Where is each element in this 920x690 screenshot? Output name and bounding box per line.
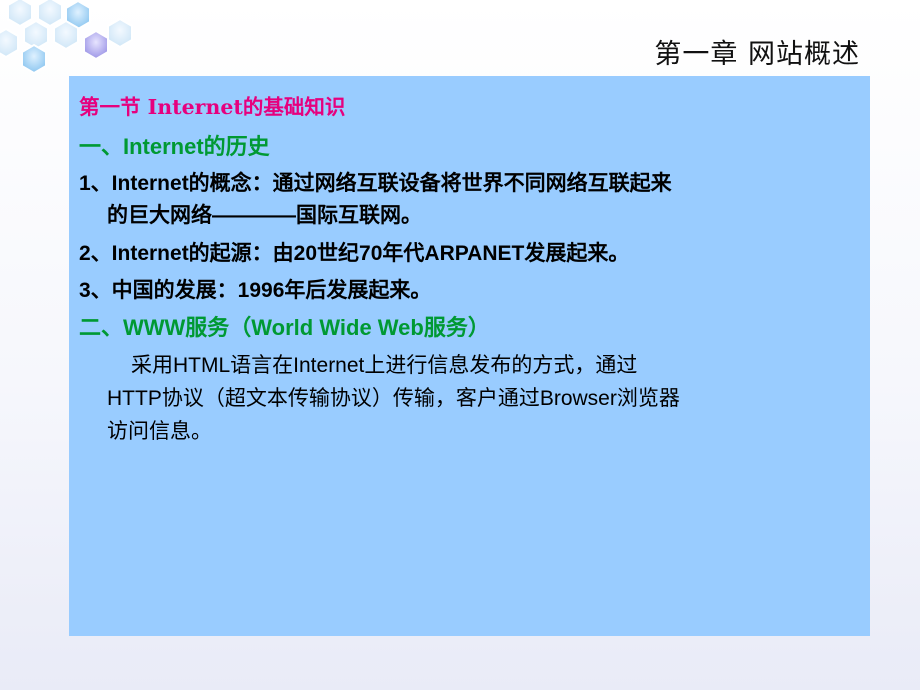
chapter-title: 第一章 网站概述 [654, 39, 860, 70]
paragraph-line: 采用HTML语言在Internet上进行信息发布的方式，通过 [131, 354, 638, 377]
hexagon-icon [53, 19, 79, 51]
www-description-paragraph: 采用HTML语言在Internet上进行信息发布的方式，通过 HTTP协议（超文… [79, 349, 856, 448]
hexagon-icon [107, 17, 133, 49]
hexagon-icon [7, 0, 33, 28]
hexagon-icon [0, 27, 19, 59]
paragraph-line: HTTP协议（超文本传输协议）传输，客户通过Browser浏览器 [107, 387, 680, 410]
list-item-concept: 1、Internet的概念：通过网络互联设备将世界不同网络互联起来 的巨大网络—… [79, 168, 856, 232]
section-heading: 第一节 Internet的基础知识 [79, 95, 346, 119]
subheading-history: 一、Internet的历史 [79, 134, 270, 159]
list-item-line-continued: 的巨大网络————国际互联网。 [107, 204, 422, 227]
subheading-www: 二、WWW服务（World Wide Web服务） [79, 315, 490, 340]
list-item-origin: 2、Internet的起源：由20世纪70年代ARPANET发展起来。 [79, 242, 630, 265]
hexagon-icon [37, 0, 63, 28]
hexagon-cluster-decoration-icon [0, 0, 133, 75]
hexagon-icon [23, 19, 49, 51]
content-panel: 第一节 Internet的基础知识 一、Internet的历史 1、Intern… [69, 76, 870, 636]
hexagon-icon [21, 43, 47, 75]
paragraph-line: 访问信息。 [107, 420, 212, 443]
hexagon-icon [83, 29, 109, 61]
list-item-china: 3、中国的发展：1996年后发展起来。 [79, 279, 432, 302]
list-item-line: 1、Internet的概念：通过网络互联设备将世界不同网络互联起来 [79, 172, 672, 195]
